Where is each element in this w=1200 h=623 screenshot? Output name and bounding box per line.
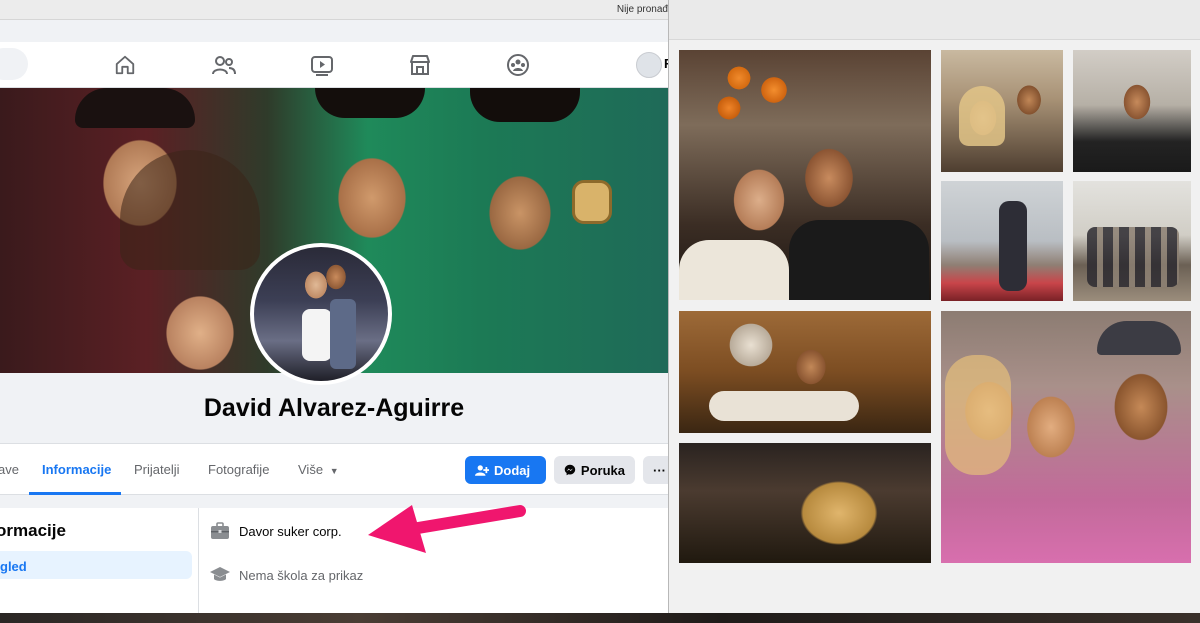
message-label: Poruka	[580, 462, 625, 478]
about-overview-label: gled	[0, 559, 27, 574]
photo-detail	[1087, 227, 1179, 287]
work-text: Davor suker corp.	[239, 523, 342, 539]
home-icon[interactable]	[112, 52, 138, 78]
photo-three-selfie[interactable]	[941, 311, 1191, 563]
screen: Nije pronađ F David Alvarez-Aguirre ave …	[0, 0, 1200, 623]
photo-embrace-night[interactable]	[679, 443, 931, 563]
about-title: ormacije	[0, 521, 66, 540]
marketplace-icon[interactable]	[407, 52, 433, 78]
browser-status-bar: Nije pronađ	[0, 0, 668, 20]
groups-icon[interactable]	[505, 52, 531, 78]
profile-picture-image	[254, 247, 388, 381]
about-panel: ormacije gled Davor suker corp. Nema ško…	[0, 508, 668, 613]
add-friend-label: Dodaj	[494, 462, 531, 478]
school-row: Nema škola za prikaz	[210, 566, 363, 584]
work-row[interactable]: Davor suker corp.	[210, 522, 342, 540]
photo-car-selfie[interactable]	[941, 50, 1063, 172]
profile-tabs: ave Informacije Prijatelji Fotografije V…	[0, 443, 668, 495]
briefcase-icon	[211, 522, 229, 539]
photo-hug[interactable]	[679, 311, 931, 433]
photo-detail	[959, 86, 1005, 146]
facebook-window: Nije pronađ F David Alvarez-Aguirre ave …	[0, 0, 668, 613]
graduation-cap-icon	[210, 567, 230, 581]
cover-photo-detail	[315, 88, 425, 118]
about-overview-item[interactable]	[0, 551, 192, 579]
profile-picture-detail	[330, 299, 356, 369]
school-text: Nema škola za prikaz	[239, 567, 364, 583]
photo-airplane-selfie[interactable]	[1073, 50, 1191, 172]
not-found-text: Nije pronađ	[616, 4, 668, 15]
photo-detail	[679, 240, 789, 300]
photo-viewer-window	[668, 0, 1200, 617]
tab-posts[interactable]: ave	[0, 462, 19, 477]
desktop-background	[0, 613, 1200, 623]
cover-photo-detail	[75, 88, 195, 128]
photo-detail	[1097, 321, 1181, 355]
messenger-icon	[564, 464, 576, 476]
photo-detail	[789, 220, 929, 300]
active-tab-indicator	[29, 492, 121, 495]
tab-photos[interactable]: Fotografije	[208, 462, 269, 477]
add-friend-icon	[475, 464, 489, 476]
cover-photo-detail	[572, 180, 612, 224]
photo-detail	[945, 355, 1011, 475]
tab-more-label: Više	[298, 462, 324, 477]
photo-detail	[999, 201, 1027, 291]
account-avatar[interactable]	[636, 52, 662, 78]
search-input[interactable]	[0, 48, 28, 80]
annotation-arrow	[368, 505, 526, 553]
more-options-button[interactable]: ···	[643, 456, 668, 484]
watch-icon[interactable]	[309, 52, 335, 78]
photo-selfie-couple[interactable]	[679, 50, 931, 300]
profile-picture[interactable]	[250, 243, 392, 385]
photo-airport-luggage[interactable]	[941, 181, 1063, 301]
tab-about[interactable]: Informacije	[42, 462, 111, 477]
message-button[interactable]: Poruka	[554, 456, 635, 484]
caret-down-icon: ▼	[329, 466, 339, 476]
friends-icon[interactable]	[211, 52, 237, 78]
cover-photo-detail	[470, 88, 580, 122]
profile-name: David Alvarez-Aguirre	[203, 394, 465, 422]
add-friend-button[interactable]: Dodaj	[465, 456, 546, 484]
tab-more[interactable]: Više ▼	[298, 462, 339, 477]
more-options-label: ···	[653, 462, 666, 478]
about-divider	[198, 508, 199, 613]
photo-group-kitchen[interactable]	[1073, 181, 1191, 301]
viewer-toolbar	[669, 0, 1200, 40]
photo-detail	[709, 391, 859, 421]
top-navigation: F	[0, 42, 668, 88]
tab-friends[interactable]: Prijatelji	[134, 462, 180, 477]
profile-picture-detail	[302, 309, 332, 361]
